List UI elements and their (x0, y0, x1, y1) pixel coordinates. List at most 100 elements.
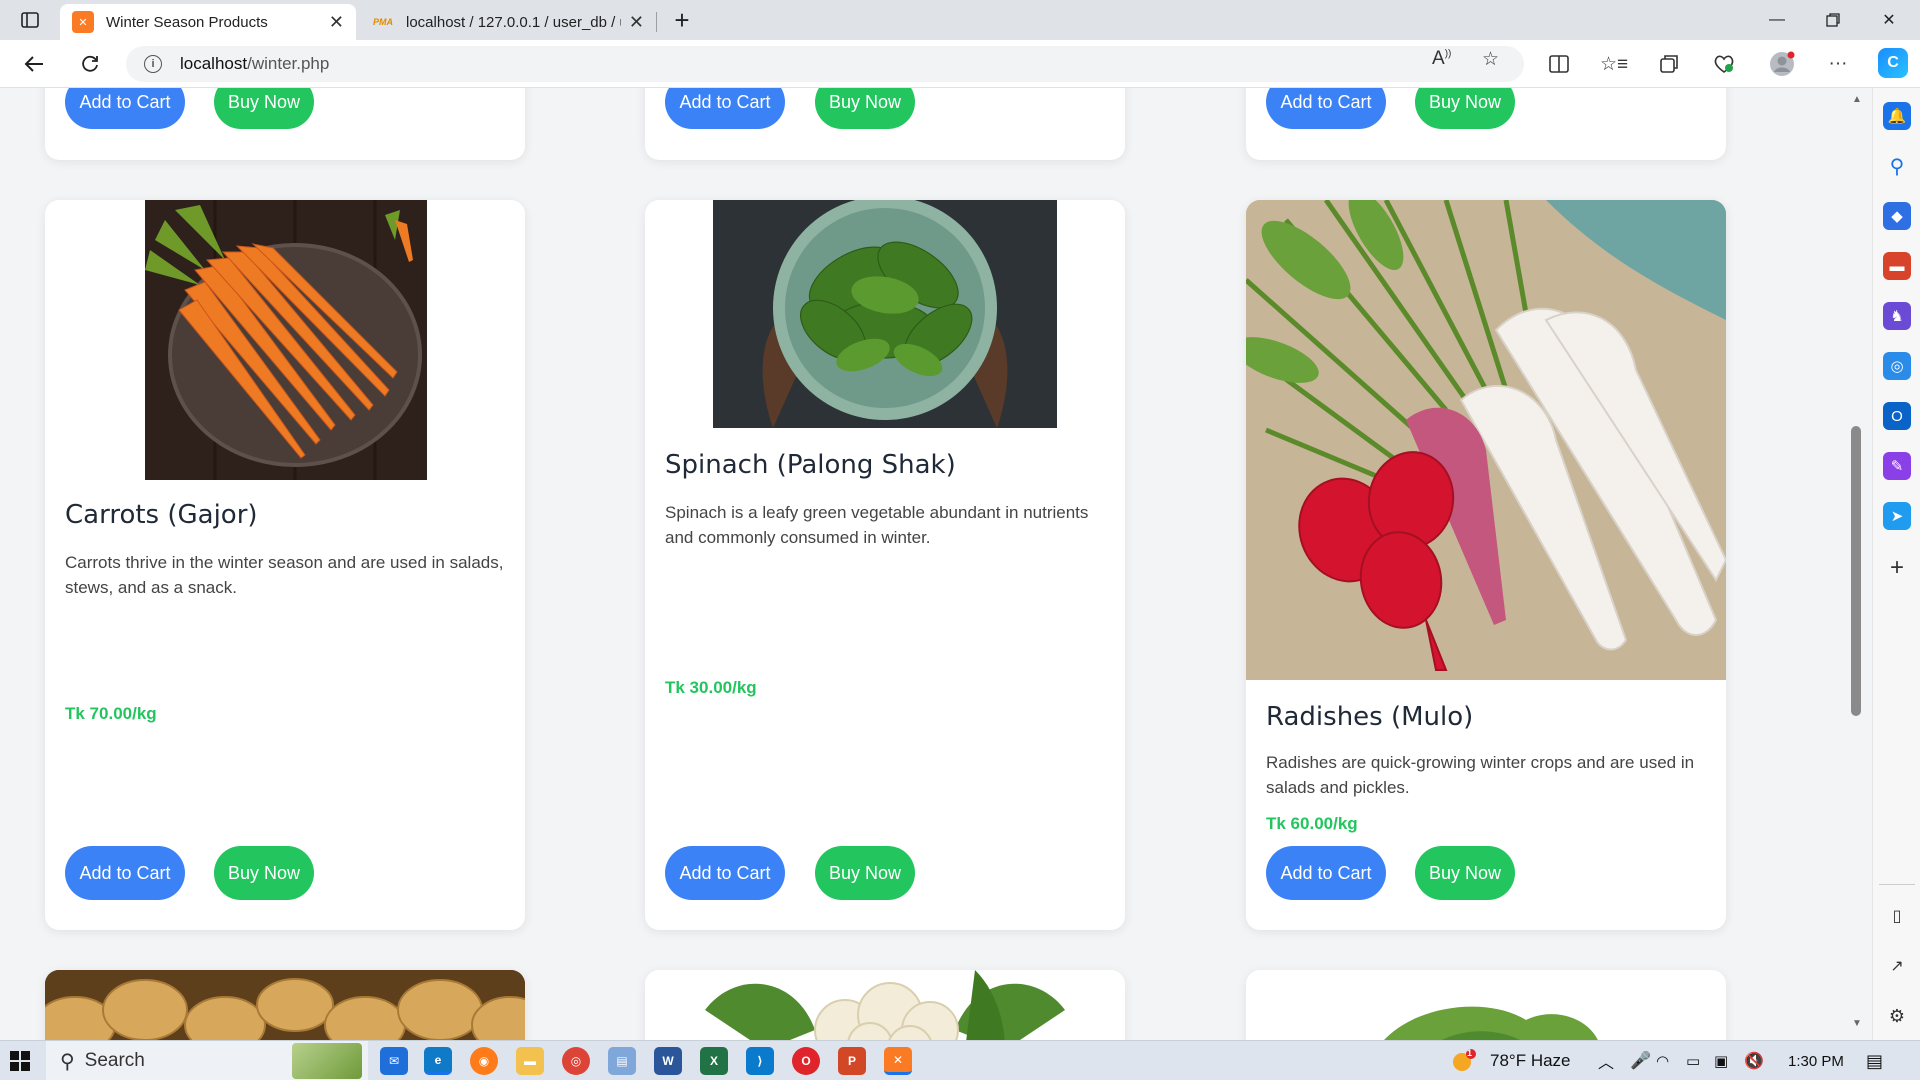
close-tab-icon[interactable]: ✕ (629, 12, 644, 33)
weather-icon[interactable]: 1 (1450, 1048, 1476, 1073)
minimize-button[interactable]: — (1750, 0, 1804, 40)
profile-avatar[interactable] (1768, 50, 1796, 78)
scroll-up-arrow[interactable]: ▲ (1851, 94, 1863, 105)
browser-essentials-icon[interactable] (1710, 50, 1738, 78)
tab-phpmyadmin[interactable]: PMA localhost / 127.0.0.1 / user_db / u … (360, 4, 656, 40)
designer-icon[interactable]: ✎ (1883, 452, 1911, 480)
show-hidden-icons-chevron[interactable]: ︿ (1598, 1041, 1614, 1080)
scroll-down-arrow[interactable]: ▼ (1851, 1018, 1863, 1029)
notification-center-icon[interactable]: ▤ (1866, 1041, 1883, 1080)
product-card-radishes: Radishes (Mulo) Radishes are quick-growi… (1246, 200, 1726, 930)
potatoes-image (45, 970, 525, 1040)
mail-app-icon[interactable]: ✉ (380, 1047, 408, 1075)
product-description: Carrots thrive in the winter season and … (65, 553, 504, 597)
back-button[interactable] (16, 48, 52, 80)
send-icon[interactable]: ➤ (1883, 502, 1911, 530)
clock-time[interactable]: 1:30 PM (1788, 1041, 1844, 1080)
radish-image (1246, 200, 1726, 680)
buy-now-button[interactable]: Buy Now (1415, 88, 1515, 129)
refresh-button[interactable] (72, 48, 108, 80)
xampp-taskbar-icon[interactable]: ✕ (884, 1047, 912, 1075)
browser-toolbar: i localhost/winter.php A)) ☆ ☆≡ ··· C (0, 40, 1920, 88)
collections-icon[interactable] (1655, 50, 1683, 78)
product-description: Spinach is a leafy green vegetable abund… (665, 503, 1089, 547)
device-icon[interactable]: ▣ (1714, 1041, 1728, 1080)
add-to-cart-button[interactable]: Add to Cart (665, 88, 785, 129)
buy-now-button[interactable]: Buy Now (815, 846, 915, 900)
add-to-cart-button[interactable]: Add to Cart (665, 846, 785, 900)
wifi-icon[interactable]: ◠ (1656, 1041, 1669, 1080)
taskbar-search-box[interactable]: ⚲ Search (46, 1041, 368, 1080)
edge-sidebar: 🔔 ⚲ ◆ ▬ ♞ ◎ O ✎ ➤ + ▯ ↗ ⚙ (1872, 88, 1920, 1040)
outlook-icon[interactable]: O (1883, 402, 1911, 430)
cauliflower-image (705, 970, 1065, 1040)
buy-now-button[interactable]: Buy Now (214, 846, 314, 900)
vscode-icon[interactable]: ⟩ (746, 1047, 774, 1075)
notepad-icon[interactable]: ▤ (608, 1047, 636, 1075)
more-options-icon[interactable]: ··· (1824, 50, 1852, 78)
scrollbar-thumb[interactable] (1851, 426, 1861, 716)
excel-icon[interactable]: X (700, 1047, 728, 1075)
opera-icon[interactable]: O (792, 1047, 820, 1075)
product-card-top-3: Add to Cart Buy Now (1246, 88, 1726, 160)
add-to-cart-button[interactable]: Add to Cart (65, 88, 185, 129)
add-to-cart-button[interactable]: Add to Cart (65, 846, 185, 900)
close-tab-icon[interactable]: ✕ (329, 12, 344, 33)
read-aloud-icon[interactable]: A)) (1432, 48, 1451, 70)
sidebar-panel-icon[interactable]: ▯ (1883, 902, 1911, 930)
weather-badge: 1 (1467, 1048, 1473, 1058)
product-description: Radishes are quick-growing winter crops … (1266, 753, 1695, 797)
add-to-cart-button[interactable]: Add to Cart (1266, 846, 1386, 900)
tab-divider (656, 12, 657, 32)
favorite-star-icon[interactable]: ☆ (1482, 48, 1499, 71)
product-card-cabbage (1246, 970, 1726, 1040)
phpmyadmin-icon: PMA (373, 17, 393, 27)
shopping-tag-icon[interactable]: ◆ (1883, 202, 1911, 230)
restore-button[interactable] (1806, 0, 1860, 40)
cabbage-image (1366, 1000, 1606, 1040)
buy-now-button[interactable]: Buy Now (214, 88, 314, 129)
product-title: Spinach (Palong Shak) (665, 450, 956, 480)
add-app-icon[interactable]: + (1883, 554, 1911, 582)
copilot-icon[interactable]: C (1878, 48, 1908, 78)
buy-now-button[interactable]: Buy Now (815, 88, 915, 129)
buy-now-button[interactable]: Buy Now (1415, 846, 1515, 900)
weather-text[interactable]: 78°F Haze (1490, 1041, 1571, 1080)
tab-title: Winter Season Products (106, 13, 268, 31)
word-icon[interactable]: W (654, 1047, 682, 1075)
close-window-button[interactable]: ✕ (1862, 0, 1916, 40)
chrome-icon[interactable]: ◎ (562, 1047, 590, 1075)
search-icon[interactable]: ⚲ (1883, 152, 1911, 180)
favorites-icon[interactable]: ☆≡ (1600, 50, 1628, 78)
microphone-icon[interactable]: 🎤 (1630, 1041, 1651, 1080)
search-label: Search (84, 1050, 145, 1071)
windows-taskbar: ⚲ Search ✉ e ◉ ▬ ◎ ▤ W X ⟩ O P ✕ 1 78°F … (0, 1040, 1920, 1080)
notifications-bell-icon[interactable]: 🔔 (1883, 102, 1911, 130)
battery-icon[interactable]: ▭ (1686, 1041, 1700, 1080)
add-to-cart-button[interactable]: Add to Cart (1266, 88, 1386, 129)
tools-icon[interactable]: ▬ (1883, 252, 1911, 280)
search-icon: ⚲ (60, 1050, 75, 1073)
product-card-spinach: Spinach (Palong Shak) Spinach is a leafy… (645, 200, 1125, 930)
url-host: localhost (180, 54, 248, 73)
new-tab-button[interactable]: + (666, 4, 698, 36)
file-explorer-icon[interactable]: ▬ (516, 1047, 544, 1075)
volume-muted-icon[interactable]: 🔇 (1744, 1041, 1764, 1080)
settings-gear-icon[interactable]: ⚙ (1883, 1002, 1911, 1030)
product-price: Tk 60.00/kg (1266, 814, 1358, 833)
tab-title: localhost / 127.0.0.1 / user_db / u (406, 13, 621, 31)
tab-winter-season-products[interactable]: ✕ Winter Season Products ✕ (60, 4, 356, 40)
product-title: Radishes (Mulo) (1266, 702, 1474, 732)
windows-start-icon[interactable] (10, 1051, 30, 1071)
open-external-icon[interactable]: ↗ (1883, 952, 1911, 980)
tab-actions-icon[interactable] (14, 8, 46, 32)
firefox-icon[interactable]: ◉ (470, 1047, 498, 1075)
address-bar[interactable]: i localhost/winter.php (126, 46, 1524, 82)
site-info-icon[interactable]: i (144, 55, 162, 73)
powerpoint-icon[interactable]: P (838, 1047, 866, 1075)
copilot-365-icon[interactable]: ◎ (1883, 352, 1911, 380)
games-icon[interactable]: ♞ (1883, 302, 1911, 330)
url-path: /winter.php (247, 54, 330, 73)
edge-browser-icon[interactable]: e (424, 1047, 452, 1075)
split-screen-icon[interactable] (1545, 50, 1573, 78)
